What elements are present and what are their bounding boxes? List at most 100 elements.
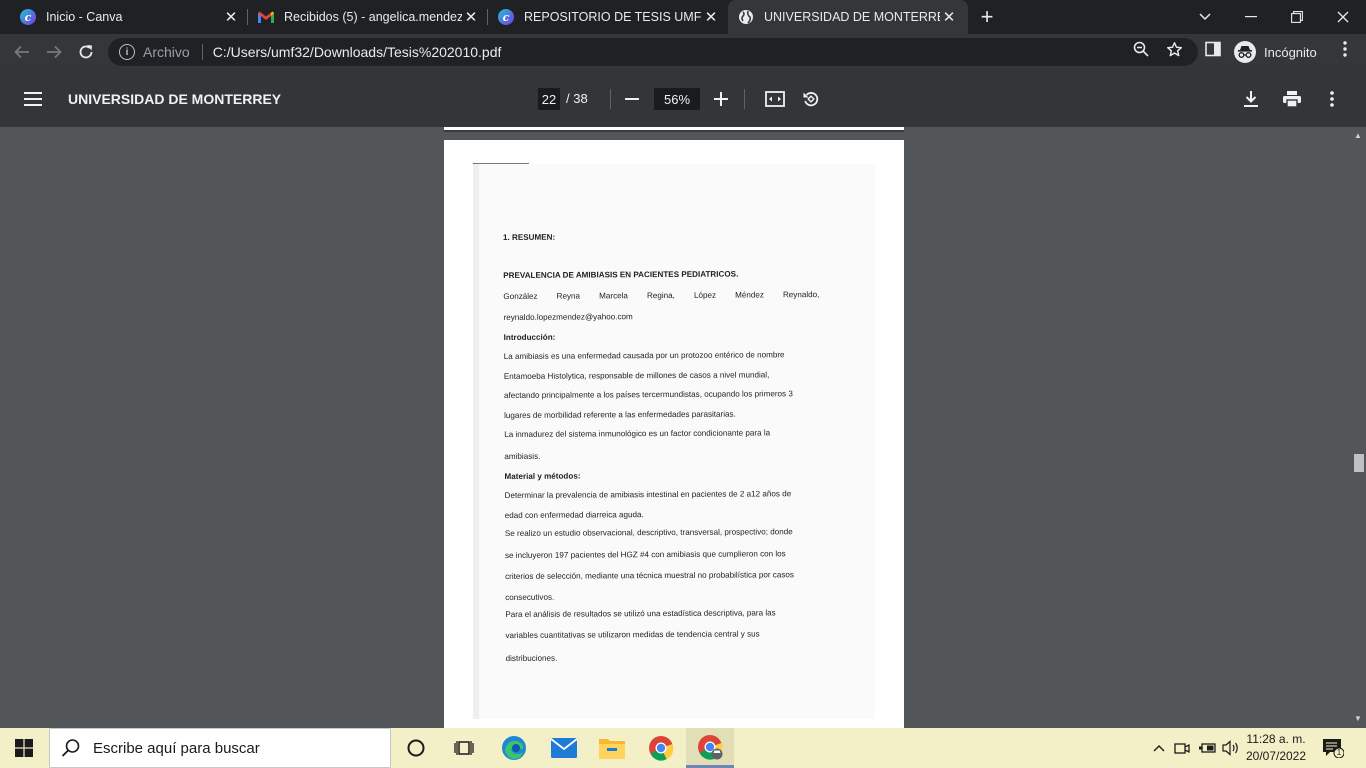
methods-line: Determinar la prevalencia de amibiasis i… — [504, 489, 792, 500]
author-word: Regina, — [646, 290, 675, 301]
methods-line: edad con enfermedad diarreica aguda. — [504, 510, 644, 520]
minimize-button[interactable] — [1228, 0, 1274, 34]
methods-line: criterios de selección, mediante una téc… — [505, 570, 794, 581]
fit-to-page-icon[interactable] — [763, 87, 787, 111]
vertical-scrollbar[interactable]: ▲ ▼ — [1350, 127, 1366, 728]
author-email: reynaldo.lopezmendez@yahoo.com — [503, 312, 633, 322]
close-tab-icon[interactable]: ✕ — [462, 8, 480, 26]
incognito-profile-button[interactable]: Incógnito — [1234, 40, 1317, 64]
page-number-input[interactable]: 22 — [538, 88, 560, 110]
author-word: Méndez — [735, 290, 764, 300]
toolbar-divider — [610, 89, 611, 109]
tab-title: Recibidos (5) - angelica.mendez@ — [284, 10, 462, 24]
incognito-icon — [1234, 41, 1256, 63]
tab-canva-home[interactable]: c Inicio - Canva ✕ — [8, 0, 246, 34]
gmail-icon — [258, 9, 274, 25]
methods-line: variables cuantitativas se utilizaron me… — [505, 629, 760, 640]
clock-time: 11:28 a. m. — [1246, 732, 1306, 746]
tab-repositorio[interactable]: c REPOSITORIO DE TESIS UMF 32 M ✕ — [488, 0, 726, 34]
pdf-toolbar: UNIVERSIDAD DE MONTERREY 22 / 38 56% — [0, 70, 1366, 127]
intro-line: lugares de morbilidad referente a las en… — [504, 409, 736, 420]
tab-universidad[interactable]: UNIVERSIDAD DE MONTERREY ✕ — [728, 0, 968, 34]
windows-start-icon[interactable] — [0, 728, 48, 768]
previous-page-edge — [444, 127, 904, 132]
print-icon[interactable] — [1280, 87, 1304, 111]
zoom-icon[interactable] — [1132, 40, 1150, 58]
pdf-sidebar-menu-icon[interactable] — [22, 88, 44, 110]
address-divider — [201, 44, 203, 60]
intro-heading: Introducción: — [503, 332, 556, 342]
taskbar-search-input[interactable]: Escribe aquí para buscar — [49, 728, 391, 768]
notification-count: 1 — [1336, 748, 1342, 757]
search-placeholder: Escribe aquí para buscar — [93, 739, 260, 757]
chrome-icon[interactable] — [637, 728, 685, 768]
task-view-icon[interactable] — [440, 728, 488, 768]
scroll-thumb[interactable] — [1354, 454, 1364, 472]
reload-button[interactable] — [72, 38, 100, 66]
mail-icon[interactable] — [540, 728, 588, 768]
notifications-icon[interactable]: 1 — [1322, 738, 1345, 759]
methods-line: Se realizo un estudio observacional, des… — [504, 527, 793, 538]
address-bar[interactable]: i Archivo C:/Users/umf32/Downloads/Tesis… — [108, 38, 1198, 66]
close-window-button[interactable] — [1320, 0, 1366, 34]
close-tab-icon[interactable]: ✕ — [702, 8, 720, 26]
tab-title: UNIVERSIDAD DE MONTERREY — [764, 10, 940, 24]
scroll-up-icon[interactable]: ▲ — [1353, 131, 1363, 141]
edge-icon[interactable] — [490, 728, 538, 768]
methods-line: Para el análisis de resultados se utiliz… — [505, 608, 776, 619]
toolbar-divider — [744, 89, 745, 109]
back-button[interactable] — [8, 38, 36, 66]
author-word: Marcela — [599, 291, 628, 301]
author-word: Reynaldo, — [782, 290, 820, 300]
side-panel-icon[interactable] — [1204, 40, 1222, 58]
rotate-counterclockwise-icon[interactable] — [799, 87, 823, 111]
chrome-incognito-icon[interactable] — [686, 728, 734, 768]
restore-button[interactable] — [1274, 0, 1320, 34]
file-explorer-icon[interactable] — [588, 728, 636, 768]
section-heading: 1. RESUMEN: — [503, 232, 556, 242]
canva-icon: c — [20, 9, 36, 25]
show-hidden-icons-icon[interactable] — [1150, 728, 1168, 768]
new-tab-button[interactable]: + — [964, 0, 1010, 34]
taskbar-clock[interactable]: 11:28 a. m. 20/07/2022 — [1244, 731, 1308, 765]
canva-icon: c — [498, 9, 514, 25]
intro-line: Entamoeba Histolytica, responsable de mi… — [503, 370, 770, 381]
pdf-page: 1. RESUMEN: PREVALENCIA DE AMIBIASIS EN … — [444, 140, 904, 728]
search-icon — [61, 739, 80, 757]
volume-icon[interactable] — [1220, 728, 1242, 768]
download-icon[interactable] — [1239, 87, 1263, 111]
chrome-menu-icon[interactable] — [1336, 40, 1354, 58]
page-total: / 38 — [566, 91, 588, 106]
globe-icon — [738, 9, 754, 25]
more-options-icon[interactable] — [1320, 87, 1344, 111]
tab-title: Inicio - Canva — [46, 10, 123, 24]
incognito-label: Incógnito — [1264, 44, 1317, 60]
close-tab-icon[interactable]: ✕ — [222, 8, 240, 26]
pdf-viewport[interactable]: 1. RESUMEN: PREVALENCIA DE AMIBIASIS EN … — [0, 127, 1366, 728]
zoom-in-button[interactable] — [709, 87, 733, 111]
tab-title: REPOSITORIO DE TESIS UMF 32 M — [524, 10, 702, 24]
zoom-level-input[interactable]: 56% — [654, 88, 700, 110]
tab-strip: c Inicio - Canva ✕ Recibidos (5) - angel… — [0, 0, 1366, 34]
intro-line: amibiasis. — [504, 451, 541, 461]
methods-line: distribuciones. — [505, 653, 558, 663]
cortana-icon[interactable] — [392, 728, 440, 768]
address-url[interactable]: C:/Users/umf32/Downloads/Tesis%202010.pd… — [213, 44, 502, 60]
windows-taskbar: Escribe aquí para buscar 11:28 a. m. 20/… — [0, 728, 1366, 768]
tab-gmail[interactable]: Recibidos (5) - angelica.mendez@ ✕ — [248, 0, 486, 34]
intro-line: La amibiasis es una enfermedad causada p… — [503, 350, 785, 361]
bookmark-star-icon[interactable] — [1165, 40, 1183, 58]
methods-heading: Material y métodos: — [504, 471, 581, 481]
info-icon[interactable]: i — [119, 44, 135, 60]
battery-icon[interactable] — [1196, 728, 1218, 768]
intro-line: afectando principalmente a los países te… — [503, 389, 793, 400]
device-icon[interactable] — [1172, 728, 1192, 768]
author-word: López — [693, 290, 717, 300]
methods-line: se incluyeron 197 pacientes del HGZ #4 c… — [504, 549, 786, 560]
forward-button[interactable] — [40, 38, 68, 66]
zoom-out-button[interactable] — [620, 87, 644, 111]
close-tab-icon[interactable]: ✕ — [940, 8, 958, 26]
tab-search-icon[interactable] — [1182, 0, 1228, 34]
scroll-down-icon[interactable]: ▼ — [1353, 714, 1363, 724]
intro-line: La inmadurez del sistema inmunológico es… — [504, 428, 771, 439]
